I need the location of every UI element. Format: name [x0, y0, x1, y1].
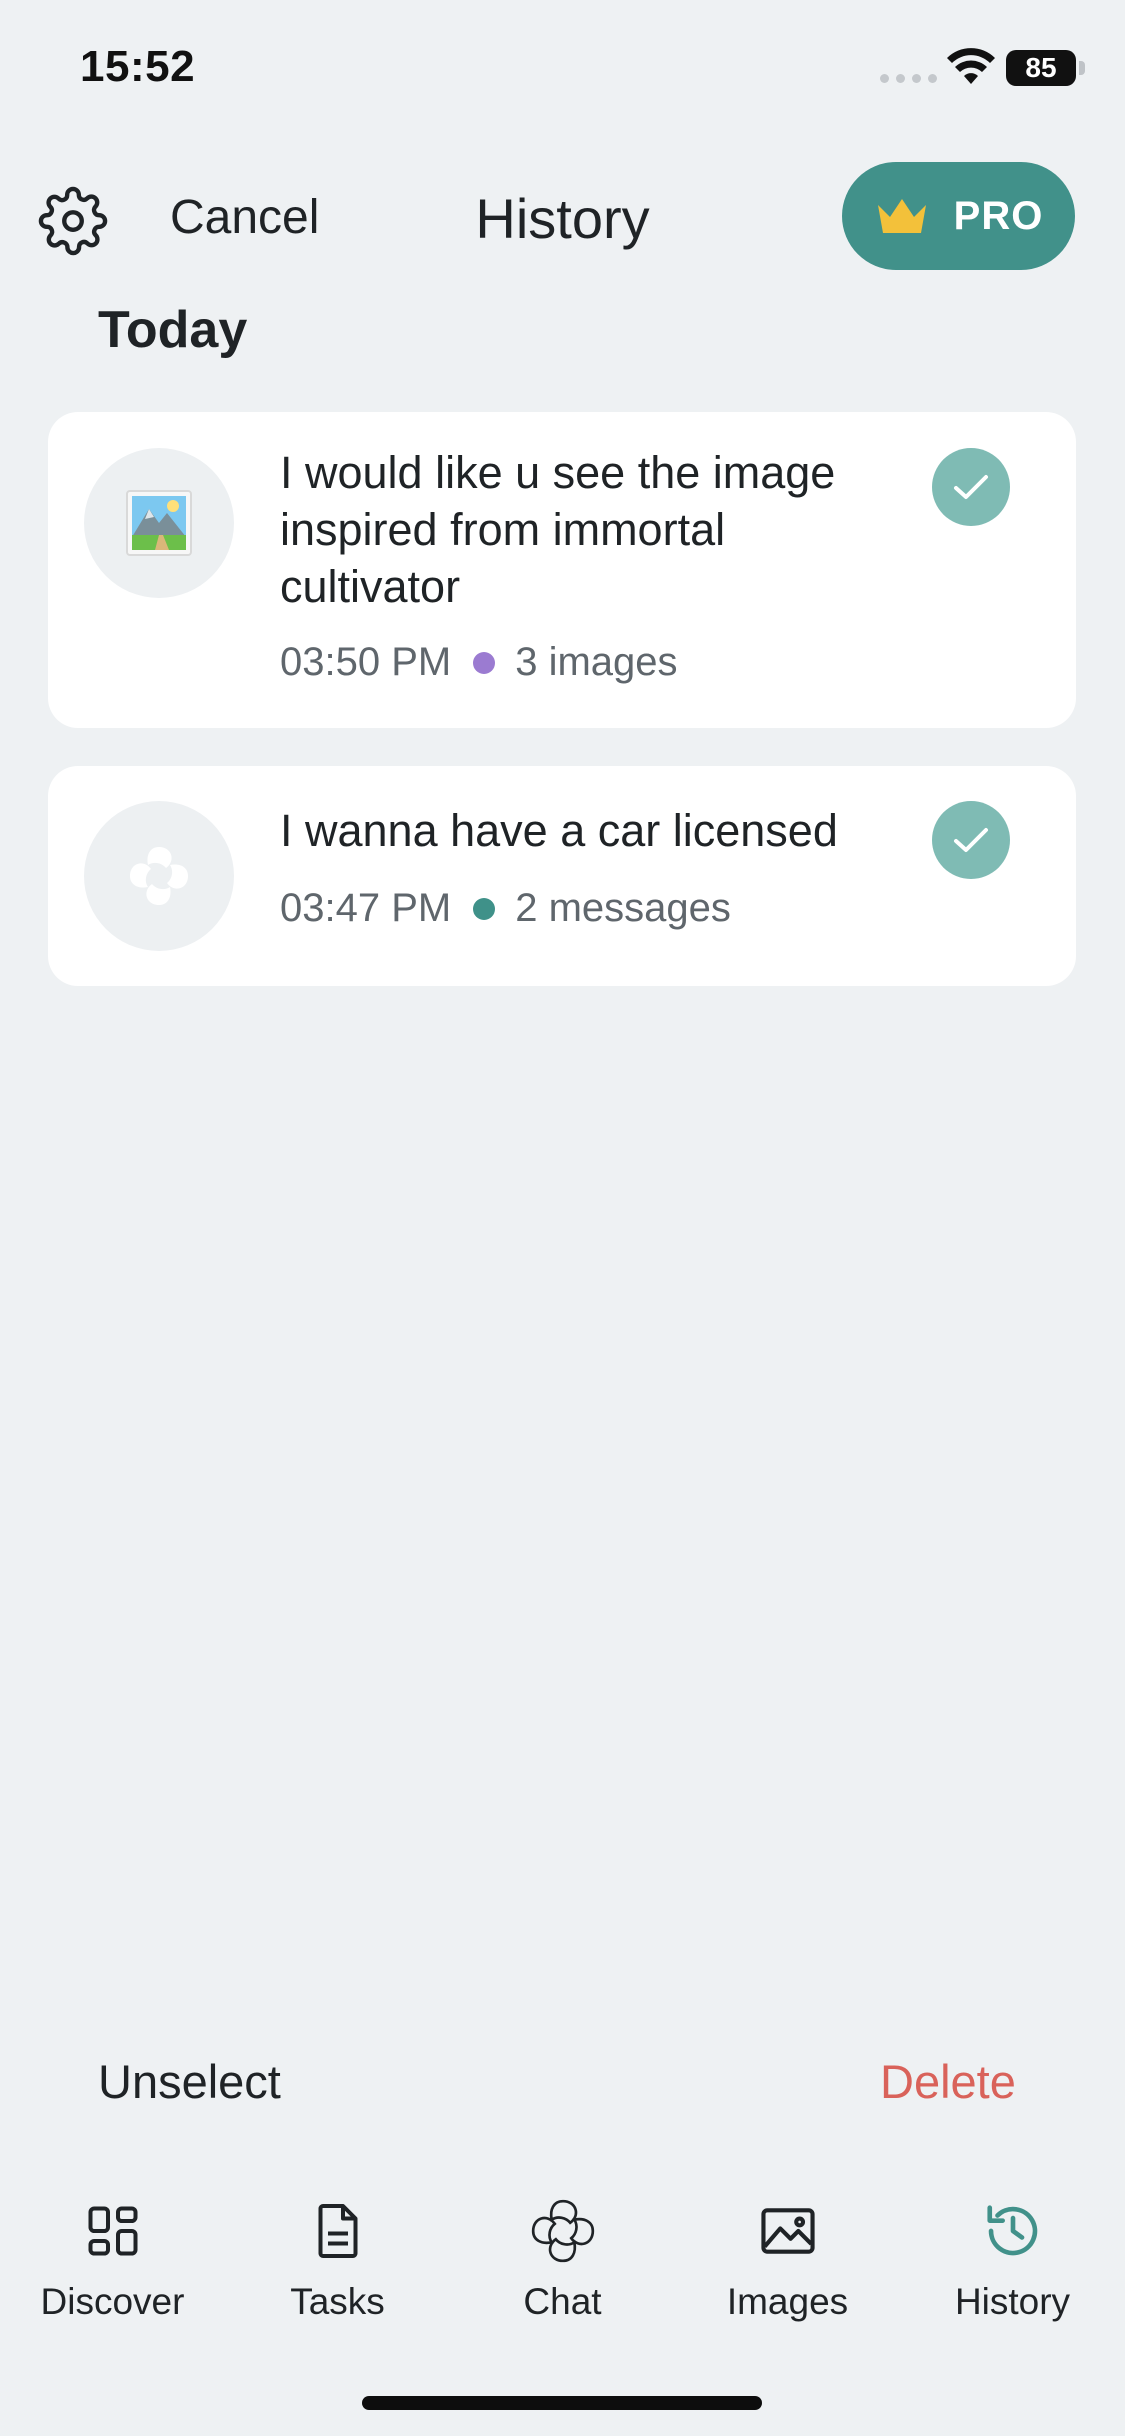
item-title: I would like u see the image inspired fr…: [280, 444, 960, 615]
item-time: 03:47 PM: [280, 886, 452, 930]
battery-tip: [1079, 61, 1085, 75]
tab-label: Chat: [523, 2281, 602, 2322]
item-type-dot: [473, 897, 496, 920]
item-thumbnail: [84, 448, 234, 598]
crown-icon: [877, 199, 926, 233]
cancel-button[interactable]: Cancel: [170, 190, 319, 245]
wifi-icon: [947, 48, 995, 84]
tab-images[interactable]: Images: [675, 2195, 900, 2323]
item-title-line: inspired from immortal: [280, 504, 726, 555]
unselect-button[interactable]: Unselect: [98, 2054, 281, 2109]
page-title: History: [475, 187, 650, 250]
pro-button[interactable]: PRO: [842, 162, 1075, 270]
item-meta: 03:47 PM 2 messages: [280, 886, 731, 931]
item-title: I wanna have a car licensed: [280, 802, 960, 859]
item-title-line: I would like u see the image: [280, 447, 836, 498]
delete-button[interactable]: Delete: [880, 2054, 1016, 2109]
item-count: 3 images: [515, 640, 678, 684]
status-time: 15:52: [80, 42, 196, 91]
history-item[interactable]: I would like u see the image inspired fr…: [48, 412, 1076, 728]
landscape-image-icon: [126, 490, 192, 556]
history-item[interactable]: I wanna have a car licensed 03:47 PM 2 m…: [48, 766, 1076, 986]
grid-icon: [88, 2206, 137, 2256]
item-thumbnail: [84, 801, 234, 951]
document-icon: [318, 2204, 357, 2258]
item-title-line: cultivator: [280, 561, 461, 612]
gear-icon[interactable]: [38, 186, 108, 256]
item-type-dot: [473, 651, 496, 674]
item-title-line: I wanna have a car licensed: [280, 805, 838, 856]
battery-level: 85: [1025, 52, 1057, 83]
pro-label: PRO: [953, 193, 1044, 238]
swirl-icon: [531, 2199, 594, 2263]
tab-label: History: [954, 2281, 1071, 2322]
tab-label: Tasks: [290, 2281, 385, 2322]
chat-swirl-icon: [130, 847, 188, 905]
tab-chat[interactable]: Chat: [450, 2195, 675, 2323]
item-count: 2 messages: [515, 886, 731, 930]
battery-icon: 85: [1006, 50, 1076, 86]
checkmark-icon: [954, 828, 988, 852]
section-title-today: Today: [98, 301, 248, 359]
checkmark-icon: [954, 475, 988, 499]
home-indicator: [362, 2396, 762, 2410]
selection-checkbox[interactable]: [932, 801, 1010, 879]
tab-history[interactable]: History: [900, 2195, 1125, 2323]
tab-discover[interactable]: Discover: [0, 2195, 225, 2323]
selection-checkbox[interactable]: [932, 448, 1010, 526]
tab-label: Images: [726, 2281, 849, 2322]
tab-label: Discover: [40, 2281, 185, 2322]
item-meta: 03:50 PM 3 images: [280, 640, 678, 685]
image-icon: [760, 2208, 815, 2254]
history-icon: [986, 2205, 1037, 2256]
item-time: 03:50 PM: [280, 640, 452, 684]
cellular-signal-icon: [880, 74, 937, 83]
tab-tasks[interactable]: Tasks: [225, 2195, 450, 2323]
